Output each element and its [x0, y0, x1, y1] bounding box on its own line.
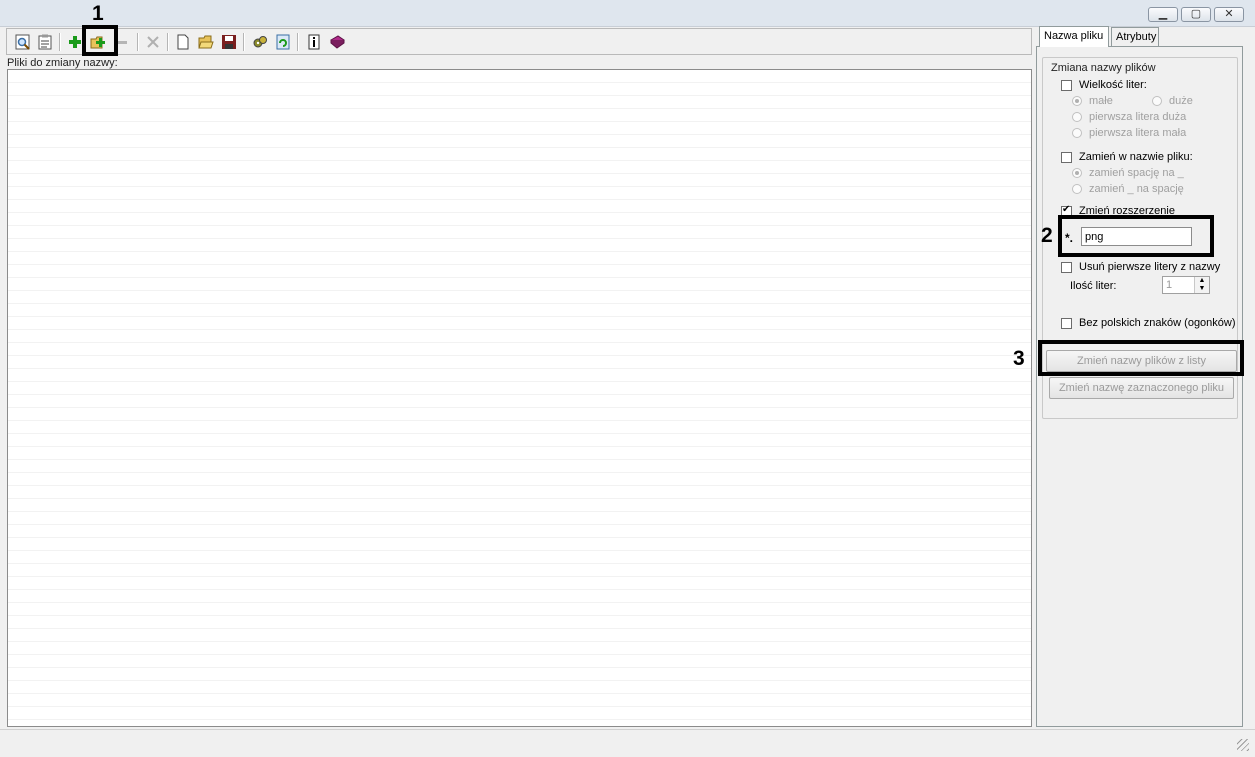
- rename-group-title: Zmiana nazwy plików: [1049, 62, 1158, 74]
- radio-space-to-underscore-label: zamień spację na _: [1089, 167, 1184, 179]
- save-icon[interactable]: [220, 33, 238, 51]
- highlight-box-3: [1038, 340, 1244, 376]
- replace-checkbox[interactable]: [1061, 152, 1072, 163]
- annotation-number-1: 1: [92, 2, 104, 25]
- radio-first-lower-label: pierwsza litera mała: [1089, 127, 1187, 139]
- files-list[interactable]: [7, 69, 1032, 727]
- toolbar-separator: [297, 33, 299, 51]
- notes-icon[interactable]: [36, 33, 54, 51]
- remove-first-checkbox[interactable]: [1061, 262, 1072, 273]
- radio-underscore-to-space-label: zamień _ na spację: [1089, 183, 1184, 195]
- toolbar: [6, 28, 1032, 55]
- annotation-number-2: 2: [1041, 224, 1053, 247]
- radio-space-to-underscore[interactable]: [1072, 168, 1082, 178]
- replace-label: Zamień w nazwie pliku:: [1079, 151, 1193, 163]
- new-icon[interactable]: [174, 33, 192, 51]
- files-list-label: Pliki do zmiany nazwy:: [7, 57, 118, 69]
- case-checkbox[interactable]: [1061, 80, 1072, 91]
- radio-lowercase-label: małe: [1089, 95, 1113, 107]
- letter-count-stepper[interactable]: 1 ▲ ▼: [1162, 276, 1210, 294]
- rename-selected-button[interactable]: Zmień nazwę zaznaczonego pliku: [1049, 377, 1234, 399]
- delete-icon[interactable]: [144, 33, 162, 51]
- settings-icon[interactable]: [251, 33, 269, 51]
- minimize-button[interactable]: ▁: [1148, 7, 1178, 22]
- right-edge-strip: [1246, 27, 1255, 729]
- remove-first-label: Usuń pierwsze litery z nazwy: [1079, 261, 1221, 273]
- stepper-up-icon[interactable]: ▲: [1195, 277, 1209, 285]
- radio-first-lower[interactable]: [1072, 128, 1082, 138]
- highlight-box-1: [82, 25, 118, 56]
- window-title-bar: ▁ ▢ ✕: [0, 0, 1255, 27]
- annotation-number-3: 3: [1013, 347, 1025, 370]
- no-polish-label: Bez polskich znaków (ogonków): [1079, 317, 1236, 329]
- refresh-icon[interactable]: [274, 33, 292, 51]
- stepper-arrows[interactable]: ▲ ▼: [1194, 277, 1209, 293]
- open-icon[interactable]: [197, 33, 215, 51]
- close-button[interactable]: ✕: [1214, 7, 1244, 22]
- status-bar: [0, 729, 1255, 757]
- restore-button[interactable]: ▢: [1181, 7, 1211, 22]
- tab-atrybuty[interactable]: Atrybuty: [1111, 27, 1159, 46]
- no-polish-checkbox[interactable]: [1061, 318, 1072, 329]
- tab-nazwa-pliku[interactable]: Nazwa pliku: [1039, 26, 1109, 47]
- close-icon: ✕: [1224, 8, 1234, 20]
- case-label: Wielkość liter:: [1079, 79, 1147, 91]
- minimize-icon: ▁: [1158, 8, 1168, 20]
- preview-icon[interactable]: [14, 33, 32, 51]
- radio-uppercase[interactable]: [1152, 96, 1162, 106]
- letter-count-value: 1: [1166, 279, 1173, 291]
- toolbar-separator: [243, 33, 245, 51]
- toolbar-separator: [59, 33, 61, 51]
- help-book-icon[interactable]: [328, 33, 346, 51]
- letter-count-label: Ilość liter:: [1070, 280, 1117, 292]
- radio-underscore-to-space[interactable]: [1072, 184, 1082, 194]
- resize-grip-icon[interactable]: [1237, 739, 1249, 751]
- toolbar-separator: [167, 33, 169, 51]
- info-icon[interactable]: [305, 33, 323, 51]
- highlight-box-2: [1058, 215, 1214, 257]
- radio-first-upper-label: pierwsza litera duża: [1089, 111, 1187, 123]
- radio-lowercase[interactable]: [1072, 96, 1082, 106]
- radio-uppercase-label: duże: [1169, 95, 1193, 107]
- toolbar-separator: [137, 33, 139, 51]
- radio-first-upper[interactable]: [1072, 112, 1082, 122]
- stepper-down-icon[interactable]: ▼: [1195, 285, 1209, 293]
- restore-icon: ▢: [1190, 8, 1202, 20]
